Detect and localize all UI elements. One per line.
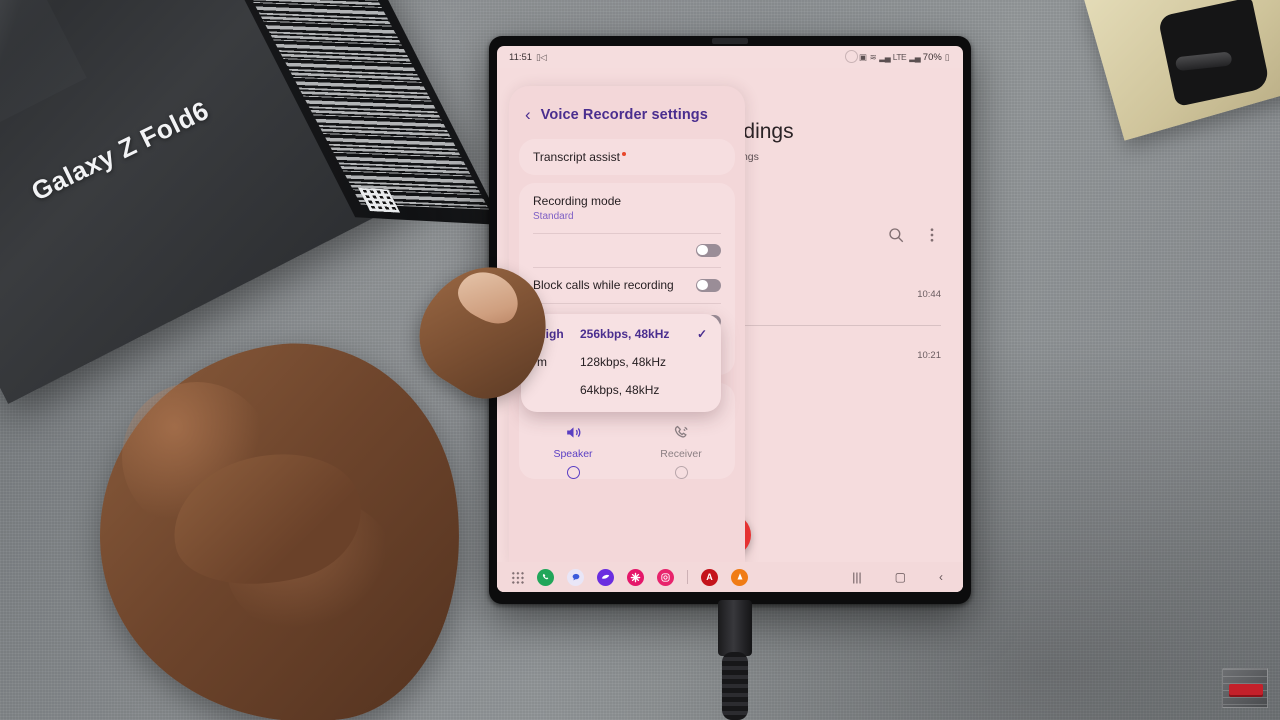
- receiver-label: Receiver: [660, 448, 702, 460]
- transcript-assist-label: Transcript assist: [533, 150, 620, 164]
- watermark-thumbnail: [1222, 668, 1268, 708]
- recording-mode-label: Recording mode: [533, 194, 622, 208]
- battery-icon: ▯: [944, 51, 950, 62]
- audio-playback-options: Speaker Receiver: [519, 415, 735, 479]
- recording-time: 10:21: [917, 350, 941, 361]
- galaxy-fold-device: 11:51 ▯◁ ▣ ≋ ▂▄ LTE ▂▄ 70% ▯ All recordi…: [489, 36, 971, 604]
- device-screen: 11:51 ▯◁ ▣ ≋ ▂▄ LTE ▂▄ 70% ▯ All recordi…: [497, 46, 963, 592]
- signal-icon: ▂▄: [879, 51, 891, 62]
- alarm-icon: ▣: [859, 51, 867, 62]
- samsung-internet-app-icon[interactable]: [597, 568, 614, 586]
- hidden-row-toggle[interactable]: [696, 243, 721, 257]
- app-drawer-icon[interactable]: [511, 570, 524, 584]
- signal-icon-2: ▂▄: [909, 51, 921, 62]
- recording-mode-row[interactable]: Recording mode Standard: [519, 183, 735, 233]
- hinge-notch: [712, 38, 748, 44]
- charging-cable: [722, 652, 748, 720]
- acrobat-app-icon[interactable]: A: [701, 568, 718, 586]
- receiver-option[interactable]: Receiver: [627, 421, 735, 479]
- watermark-red-key: [1229, 684, 1263, 695]
- back-button[interactable]: ‹: [939, 570, 943, 584]
- transcript-assist-row[interactable]: Transcript assist: [519, 139, 735, 175]
- quality-medium-item[interactable]: m 128kbps, 48kHz: [521, 348, 721, 376]
- voice-recorder-app: All recordings 2 recordings Voice 240819…: [497, 68, 963, 592]
- hidden-toggle-row[interactable]: [519, 233, 735, 267]
- block-calls-row[interactable]: Block calls while recording: [519, 267, 735, 303]
- taskbar: A ||| ▢ ‹: [497, 562, 963, 592]
- status-ring-icon: [845, 50, 858, 63]
- phone-app-icon[interactable]: [537, 568, 554, 586]
- box-sheen: [0, 0, 87, 177]
- transcript-assist-card: Transcript assist: [519, 139, 735, 175]
- speaker-radio[interactable]: [566, 466, 580, 479]
- vlc-app-icon[interactable]: [731, 568, 748, 586]
- recordings-actions: [887, 226, 941, 244]
- quality-low-detail: 64kbps, 48kHz: [580, 383, 660, 397]
- wifi-icon: ≋: [869, 51, 877, 62]
- recents-button[interactable]: |||: [852, 570, 861, 584]
- usb-c-connector: [718, 600, 752, 656]
- back-button[interactable]: ‹: [525, 106, 531, 123]
- more-options-icon[interactable]: [923, 226, 941, 244]
- quality-high-label: High: [537, 327, 564, 341]
- product-box-label: Galaxy Z Fold6: [26, 94, 214, 207]
- status-time: 11:51: [509, 51, 533, 63]
- settings-pane: ‹ Voice Recorder settings Transcript ass…: [509, 86, 745, 564]
- quality-medium-detail: 128kbps, 48kHz: [580, 355, 667, 369]
- taskbar-divider: [687, 570, 688, 584]
- settings-header: ‹ Voice Recorder settings: [509, 86, 745, 139]
- recording-time: 10:44: [917, 289, 941, 300]
- new-badge-dot: [621, 152, 626, 156]
- dnd-icon: ▯◁: [536, 51, 547, 62]
- block-calls-toggle[interactable]: [696, 278, 721, 292]
- network-type-label: LTE: [892, 52, 907, 62]
- receiver-icon: [674, 425, 688, 438]
- receiver-radio[interactable]: [674, 466, 688, 479]
- recording-mode-value: Standard: [533, 211, 574, 222]
- quality-low-item[interactable]: 64kbps, 48kHz: [521, 376, 721, 404]
- battery-percent: 70%: [922, 51, 942, 63]
- home-button[interactable]: ▢: [895, 570, 906, 584]
- status-bar: 11:51 ▯◁ ▣ ≋ ▂▄ LTE ▂▄ 70% ▯: [497, 46, 963, 68]
- recording-quality-dropdown: High 256kbps, 48kHz ✓ m 128kbps, 48kHz 6…: [521, 314, 721, 412]
- block-calls-label: Block calls while recording: [533, 278, 674, 292]
- quality-medium-label: m: [537, 355, 547, 369]
- speaker-icon: [566, 426, 580, 438]
- quality-high-item[interactable]: High 256kbps, 48kHz ✓: [521, 320, 721, 348]
- navigation-bar: ||| ▢ ‹: [852, 570, 949, 584]
- check-icon: ✓: [696, 327, 707, 341]
- speaker-option[interactable]: Speaker: [519, 421, 627, 479]
- search-icon[interactable]: [887, 226, 905, 244]
- messages-app-icon[interactable]: [567, 568, 584, 586]
- quality-high-detail: 256kbps, 48kHz: [580, 327, 670, 341]
- speaker-label: Speaker: [553, 448, 593, 460]
- photo-editor-app-icon[interactable]: [627, 568, 644, 586]
- instagram-app-icon[interactable]: [657, 568, 674, 586]
- settings-title: Voice Recorder settings: [540, 106, 708, 123]
